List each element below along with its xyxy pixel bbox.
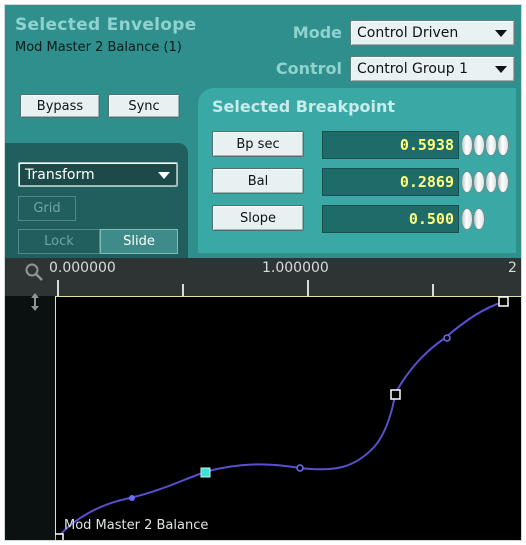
curve-point[interactable] <box>296 464 304 472</box>
control-dropdown[interactable]: Control Group 1 <box>350 56 515 82</box>
bypass-button[interactable]: Bypass <box>20 94 100 118</box>
chevron-down-icon <box>158 171 170 179</box>
magnifier-icon[interactable] <box>24 262 46 284</box>
ruler-label-2: 2 <box>508 260 517 276</box>
vertical-arrows-icon[interactable] <box>28 292 42 312</box>
knob-icon[interactable] <box>485 134 497 156</box>
knob-icon[interactable] <box>473 134 485 156</box>
envelope-curve-svg[interactable] <box>55 296 522 540</box>
lock-button[interactable]: Lock <box>18 229 100 254</box>
breakpoint-handle[interactable] <box>55 533 64 540</box>
curve-point[interactable] <box>129 495 135 501</box>
breakpoint-handle[interactable] <box>390 389 401 400</box>
mode-dropdown-value: Control Driven <box>357 25 459 41</box>
bp-sec-value[interactable]: 0.5938 <box>322 131 459 159</box>
knob-icon[interactable] <box>485 171 497 193</box>
mode-label: Mode <box>292 23 342 42</box>
curve-point[interactable] <box>443 334 451 342</box>
ruler-label-1: 1.000000 <box>262 260 329 276</box>
slope-button[interactable]: Slope <box>212 205 304 231</box>
grid-button[interactable]: Grid <box>18 196 76 221</box>
envelope-graph-label: Mod Master 2 Balance <box>64 518 209 533</box>
selected-envelope-title: Selected Envelope <box>15 15 197 35</box>
bal-fine-tune[interactable] <box>461 171 509 193</box>
selected-breakpoint-title: Selected Breakpoint <box>212 97 396 116</box>
mode-dropdown[interactable]: Control Driven <box>350 20 515 46</box>
knob-icon[interactable] <box>473 208 485 230</box>
ruler-label-0: 0.000000 <box>49 260 116 276</box>
bal-value[interactable]: 0.2869 <box>322 168 459 196</box>
slope-fine-tune[interactable] <box>461 208 485 230</box>
transform-dropdown-value: Transform <box>25 166 95 183</box>
slide-button[interactable]: Slide <box>100 229 178 254</box>
bp-sec-button[interactable]: Bp sec <box>212 131 304 157</box>
bal-button[interactable]: Bal <box>212 168 304 194</box>
knob-icon[interactable] <box>461 171 473 193</box>
knob-icon[interactable] <box>473 171 485 193</box>
slope-value[interactable]: 0.500 <box>322 205 459 233</box>
control-label: Control <box>275 59 342 78</box>
knob-icon[interactable] <box>461 134 473 156</box>
envelope-name: Mod Master 2 Balance (1) <box>15 40 182 55</box>
bp-sec-fine-tune[interactable] <box>461 134 509 156</box>
selected-breakpoint-handle[interactable] <box>200 467 211 478</box>
envelope-line[interactable] <box>57 301 504 538</box>
knob-icon[interactable] <box>497 134 509 156</box>
transform-dropdown[interactable]: Transform <box>18 162 178 187</box>
chevron-down-icon <box>495 30 507 37</box>
chevron-down-icon <box>495 66 507 73</box>
breakpoint-handle[interactable] <box>498 296 509 307</box>
knob-icon[interactable] <box>497 171 509 193</box>
envelope-plot[interactable] <box>55 296 522 540</box>
sync-button[interactable]: Sync <box>108 94 180 118</box>
knob-icon[interactable] <box>461 208 473 230</box>
control-dropdown-value: Control Group 1 <box>357 61 469 77</box>
